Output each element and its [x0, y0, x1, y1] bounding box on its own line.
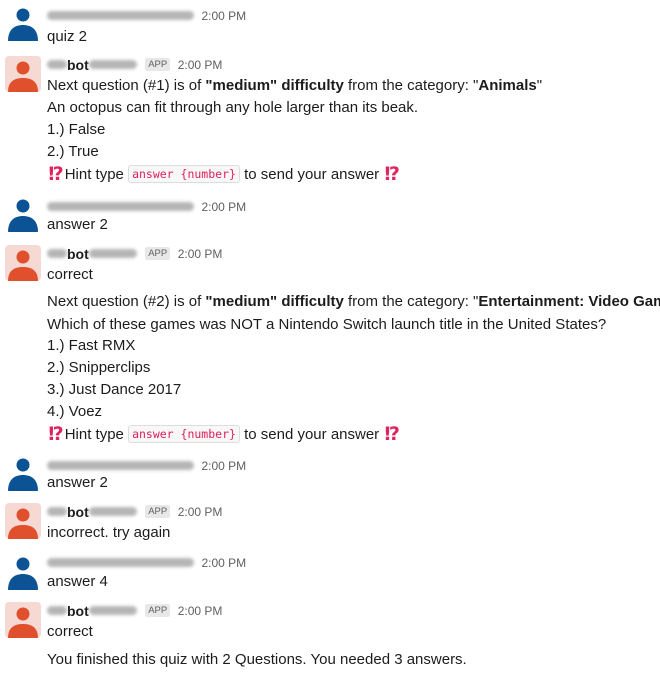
timestamp[interactable]: 2:00 PM — [201, 9, 246, 23]
quiz-summary: You finished this quiz with 2 Questions.… — [47, 651, 467, 668]
bot-avatar[interactable] — [5, 245, 41, 281]
redacted-username — [47, 507, 67, 517]
person-icon — [8, 61, 38, 92]
person-icon — [8, 557, 38, 590]
answer-option: 1.) False — [47, 121, 106, 138]
timestamp[interactable]: 2:00 PM — [178, 604, 223, 618]
redacted-username — [88, 606, 137, 616]
person-icon — [8, 199, 38, 232]
redacted-username — [47, 606, 67, 616]
timestamp[interactable]: 2:00 PM — [201, 556, 246, 570]
redacted-username — [47, 249, 67, 259]
hint-code: answer {number} — [128, 165, 240, 183]
app-badge: APP — [145, 505, 171, 519]
question-text: Which of these games was NOT a Nintendo … — [47, 316, 607, 333]
redacted-username[interactable] — [47, 558, 194, 568]
bot-avatar[interactable] — [5, 503, 41, 539]
bot-avatar[interactable] — [5, 602, 41, 638]
answer-option: 4.) Voez — [47, 403, 103, 420]
exclamation-question-mark-icon: !? — [47, 423, 64, 445]
redacted-username[interactable] — [47, 461, 194, 471]
question-header: Next question (#1) is of "medium" diffic… — [47, 77, 543, 94]
app-badge: APP — [145, 604, 171, 618]
message-text: answer 4 — [47, 573, 108, 590]
person-icon — [8, 607, 38, 638]
timestamp[interactable]: 2:00 PM — [178, 247, 223, 261]
app-badge: APP — [145, 58, 171, 72]
person-icon — [8, 508, 38, 539]
bot-name[interactable]: bot — [67, 246, 89, 262]
message-text: quiz 2 — [47, 28, 88, 45]
exclamation-question-mark-icon: !? — [383, 423, 400, 445]
message-text: correct — [47, 266, 93, 283]
hint-line: !? Hint type answer {number} to send your… — [47, 423, 400, 445]
person-icon — [8, 458, 38, 491]
timestamp[interactable]: 2:00 PM — [178, 58, 223, 72]
bot-name[interactable]: bot — [67, 603, 89, 619]
person-icon — [8, 250, 38, 281]
timestamp[interactable]: 2:00 PM — [201, 200, 246, 214]
hint-line: !? Hint type answer {number} to send your… — [47, 163, 400, 185]
answer-option: 3.) Just Dance 2017 — [47, 381, 182, 398]
message-text: answer 2 — [47, 216, 108, 233]
message-text: answer 2 — [47, 474, 108, 491]
message-text: incorrect. try again — [47, 524, 171, 541]
message-text: correct — [47, 623, 93, 640]
bot-avatar[interactable] — [5, 56, 41, 92]
question-text: An octopus can fit through any hole larg… — [47, 99, 419, 116]
redacted-username — [47, 60, 67, 70]
redacted-username — [88, 249, 137, 259]
person-icon — [8, 8, 38, 41]
redacted-username[interactable] — [47, 11, 194, 21]
exclamation-question-mark-icon: !? — [383, 163, 400, 185]
answer-option: 1.) Fast RMX — [47, 337, 136, 354]
timestamp[interactable]: 2:00 PM — [201, 459, 246, 473]
user-avatar[interactable] — [5, 196, 41, 232]
app-badge: APP — [145, 247, 171, 261]
redacted-username[interactable] — [47, 202, 194, 212]
redacted-username — [88, 507, 137, 517]
exclamation-question-mark-icon: !? — [47, 163, 64, 185]
timestamp[interactable]: 2:00 PM — [178, 505, 223, 519]
redacted-username — [88, 60, 137, 70]
bot-name[interactable]: bot — [67, 57, 89, 73]
user-avatar[interactable] — [5, 554, 41, 590]
answer-option: 2.) True — [47, 143, 99, 160]
hint-code: answer {number} — [128, 425, 240, 443]
user-avatar[interactable] — [5, 455, 41, 491]
answer-option: 2.) Snipperclips — [47, 359, 151, 376]
bot-name[interactable]: bot — [67, 504, 89, 520]
user-avatar[interactable] — [5, 5, 41, 41]
question-header: Next question (#2) is of "medium" diffic… — [47, 293, 660, 310]
